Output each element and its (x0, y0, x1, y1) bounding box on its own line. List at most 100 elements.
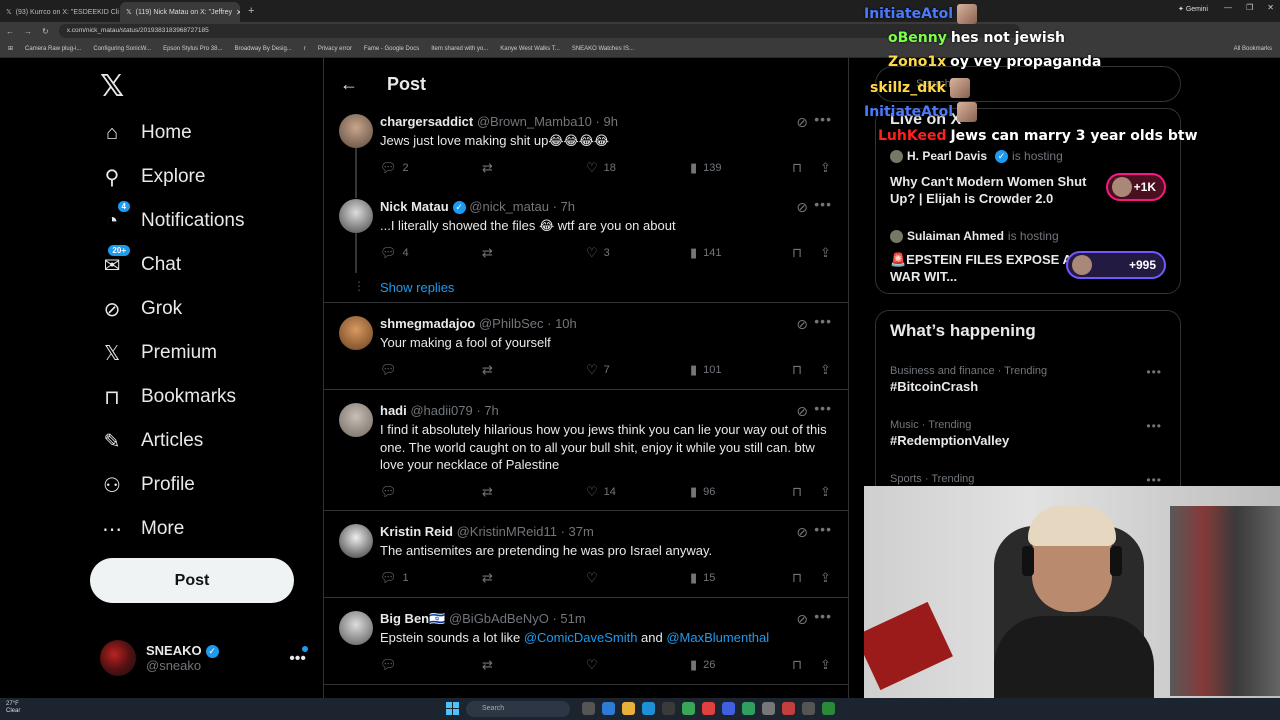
more-dots-icon[interactable]: ••• (814, 521, 832, 537)
more-dots-icon[interactable]: ••• (814, 196, 832, 212)
like-button[interactable]: ♡ 18 (586, 160, 616, 176)
more-dots-icon[interactable]: ••• (814, 400, 832, 416)
bookmark-item[interactable]: Broadway By Desig... (234, 46, 291, 52)
gemini-button[interactable]: ✦ Gemini (1178, 5, 1208, 13)
grok-icon[interactable]: ⊘ (796, 524, 808, 541)
reply-tweet[interactable]: chargersaddict @Brown_Mamba10 · 9h ⊘ •••… (324, 111, 848, 186)
app-icon[interactable] (702, 702, 715, 715)
author-handle[interactable]: @nick_matau (469, 199, 549, 214)
retweet-button[interactable]: ⇄ (482, 570, 493, 586)
minimize-icon[interactable]: — (1224, 3, 1232, 12)
share-button[interactable]: ⇪ (820, 245, 831, 261)
avatar[interactable] (339, 114, 373, 148)
share-button[interactable]: ⇪ (820, 657, 831, 673)
forward-nav-icon[interactable]: → (24, 27, 32, 36)
author-name[interactable]: shmegmadajoo (380, 316, 475, 331)
task-view-icon[interactable] (582, 702, 595, 715)
show-replies-link[interactable]: Show replies (380, 280, 454, 295)
views-button[interactable]: ▮ 139 (690, 160, 722, 176)
app-icon[interactable] (782, 702, 795, 715)
bookmark-item[interactable]: SNEAKO Watches IS... (572, 46, 634, 52)
bookmark-button[interactable]: ⊓ (792, 245, 802, 261)
author-name[interactable]: Nick Matau (380, 199, 449, 214)
bookmark-item[interactable]: Camera Raw plug-i... (25, 46, 81, 52)
bookmark-item[interactable]: Kanye West Walks T... (500, 46, 560, 52)
share-button[interactable]: ⇪ (820, 362, 831, 378)
reply-tweet[interactable]: Nick Matau ✓ @nick_matau · 7h ⊘ ••• ...I … (324, 196, 848, 271)
more-dots-icon[interactable]: ••• (814, 608, 832, 624)
file-explorer-icon[interactable] (622, 702, 635, 715)
views-button[interactable]: ▮ 26 (690, 657, 715, 673)
nav-item-notifications[interactable]: ◔ 4 Notifications (100, 201, 245, 236)
nav-item-explore[interactable]: ⚲ Explore (100, 162, 206, 192)
reload-icon[interactable]: ↻ (42, 27, 49, 36)
nav-item-home[interactable]: ⌂ Home (100, 118, 192, 148)
reply-tweet[interactable]: Kristin Reid @KristinMReid11 · 37m ⊘ •••… (324, 521, 848, 598)
app-icon[interactable] (602, 702, 615, 715)
share-button[interactable]: ⇪ (820, 160, 831, 176)
app-icon[interactable] (722, 702, 735, 715)
reply-tweet[interactable]: hadi @hadii079 · 7h ⊘ ••• I find it abso… (324, 400, 848, 511)
bookmark-button[interactable]: ⊓ (792, 570, 802, 586)
grok-icon[interactable]: ⊘ (796, 199, 808, 216)
space-listeners-pill[interactable]: +995 (1066, 251, 1166, 279)
nav-item-premium[interactable]: 𝕏 Premium (100, 338, 217, 368)
close-window-icon[interactable]: ✕ (1267, 3, 1274, 12)
more-dots-icon[interactable]: ••• (1146, 473, 1162, 487)
author-handle[interactable]: @PhilbSec (479, 316, 544, 331)
nav-item-bookmarks[interactable]: ⊓ Bookmarks (100, 382, 236, 412)
app-icon[interactable] (762, 702, 775, 715)
more-dots-icon[interactable]: ••• (1146, 419, 1162, 433)
taskbar-search[interactable]: Search (466, 701, 570, 717)
bookmark-button[interactable]: ⊓ (792, 484, 802, 500)
chrome-icon[interactable] (682, 702, 695, 715)
retweet-button[interactable]: ⇄ (482, 160, 493, 176)
retweet-button[interactable]: ⇄ (482, 657, 493, 673)
mention-link[interactable]: @MaxBlumenthal (666, 630, 769, 645)
author-handle[interactable]: @hadii079 (410, 403, 472, 418)
avatar[interactable] (339, 611, 373, 645)
like-button[interactable]: ♡ (586, 570, 598, 586)
weather-widget[interactable]: 27°F Clear (6, 701, 20, 715)
app-icon[interactable] (822, 702, 835, 715)
apps-grid-icon[interactable]: ⊞ (8, 45, 13, 52)
retweet-button[interactable]: ⇄ (482, 484, 493, 500)
avatar[interactable] (339, 316, 373, 350)
reply-button[interactable]: 💬︎ (380, 657, 397, 673)
windows-start-icon[interactable] (446, 702, 459, 715)
post-button[interactable]: Post (90, 558, 294, 603)
grok-icon[interactable]: ⊘ (796, 114, 808, 131)
bookmark-item[interactable]: Fame - Google Docs (364, 46, 419, 52)
account-switcher[interactable]: SNEAKO ✓ @sneako ••• (100, 638, 310, 678)
author-handle[interactable]: @Brown_Mamba10 (477, 114, 592, 129)
reply-button[interactable]: 💬︎ (380, 484, 397, 500)
app-icon[interactable] (802, 702, 815, 715)
author-name[interactable]: Kristin Reid (380, 524, 453, 539)
more-dots-icon[interactable]: ••• (814, 313, 832, 329)
new-tab-button[interactable]: + (240, 5, 262, 17)
grok-icon[interactable]: ⊘ (796, 316, 808, 333)
views-button[interactable]: ▮ 96 (690, 484, 715, 500)
author-name[interactable]: hadi (380, 403, 407, 418)
bookmark-item[interactable]: r (304, 46, 306, 52)
retweet-button[interactable]: ⇄ (482, 362, 493, 378)
grok-icon[interactable]: ⊘ (796, 611, 808, 628)
views-button[interactable]: ▮ 15 (690, 570, 715, 586)
nav-item-chat[interactable]: ✉ 20+ Chat (100, 245, 181, 280)
browser-tab-kurrco[interactable]: 𝕏 (93) Kurrco on X: "ESDEEKID Cli ✕ (0, 2, 120, 22)
reply-button[interactable]: 💬︎ 2 (380, 160, 409, 176)
author-name[interactable]: Big Ben🇮🇱 (380, 611, 445, 626)
bookmark-button[interactable]: ⊓ (792, 657, 802, 673)
avatar[interactable] (339, 199, 373, 233)
reply-button[interactable]: 💬︎ 4 (380, 245, 409, 261)
more-dots-icon[interactable]: ••• (814, 111, 832, 127)
edge-icon[interactable] (642, 702, 655, 715)
share-button[interactable]: ⇪ (820, 484, 831, 500)
views-button[interactable]: ▮ 101 (690, 362, 722, 378)
trend-item[interactable]: Business and finance · Trending #Bitcoin… (890, 365, 1170, 394)
bookmark-item[interactable]: Item shared with yo... (431, 46, 488, 52)
like-button[interactable]: ♡ (586, 657, 598, 673)
grok-icon[interactable]: ⊘ (796, 403, 808, 420)
nav-item-articles[interactable]: ✎ Articles (100, 426, 204, 456)
browser-tab-nick-matau[interactable]: 𝕏 (119) Nick Matau on X: "Jeffrey ✕ (120, 2, 240, 22)
